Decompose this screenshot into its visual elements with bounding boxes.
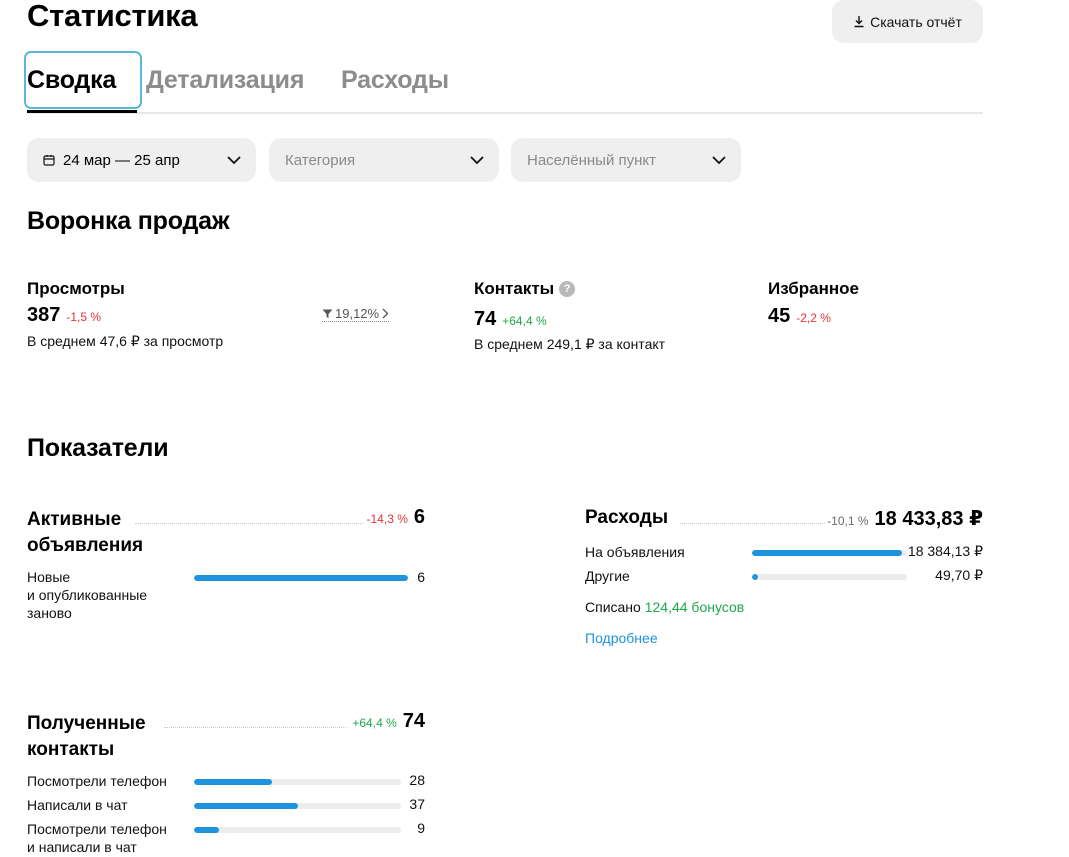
views-metric: 387 -1,5 % bbox=[27, 304, 101, 327]
contacts-row-label: Посмотрели телефон bbox=[27, 773, 167, 789]
download-icon bbox=[854, 16, 864, 28]
favorites-delta: -2,2 % bbox=[796, 311, 831, 325]
progress-fill bbox=[194, 803, 298, 809]
calendar-icon bbox=[43, 155, 55, 166]
received-contacts-delta: +64,4 % bbox=[352, 716, 397, 730]
views-average: В среднем 47,6 ₽ за просмотр bbox=[27, 333, 224, 349]
chevron-down-icon bbox=[227, 156, 241, 165]
active-ads-summary: -14,3 % 6 bbox=[300, 506, 425, 529]
contacts-row-label-line2: и написали в чат bbox=[27, 839, 137, 855]
city-select[interactable]: Населённый пункт bbox=[511, 138, 741, 182]
tab-expenses[interactable]: Расходы bbox=[341, 66, 449, 95]
tab-details[interactable]: Детализация bbox=[146, 66, 304, 95]
contacts-row-label-line1: Посмотрели телефон bbox=[27, 821, 167, 837]
download-report-label: Скачать отчёт bbox=[870, 13, 962, 30]
active-ads-title-line1: Активные bbox=[27, 509, 122, 530]
progress-track bbox=[194, 803, 401, 809]
expenses-delta: -10,1 % bbox=[827, 514, 869, 528]
views-delta: -1,5 % bbox=[66, 310, 102, 324]
active-ads-row-value: 6 bbox=[417, 569, 425, 585]
contacts-row-value: 28 bbox=[409, 772, 425, 788]
active-ads-delta: -14,3 % bbox=[366, 512, 408, 526]
city-placeholder: Населённый пункт bbox=[527, 151, 657, 169]
received-contacts-title: Полученные контакты bbox=[27, 711, 146, 763]
contacts-row-label: Посмотрели телефон и написали в чат bbox=[27, 820, 167, 856]
progress-fill bbox=[194, 827, 219, 833]
tab-bar: Сводка Детализация Расходы bbox=[27, 50, 983, 114]
active-ads-row-label-line1: Новые bbox=[27, 569, 71, 585]
expenses-title: Расходы bbox=[585, 507, 669, 528]
bonus-prefix: Списано bbox=[585, 599, 641, 615]
chevron-down-icon bbox=[470, 156, 484, 165]
progress-track bbox=[194, 779, 401, 785]
progress-track bbox=[194, 827, 401, 833]
expenses-value: 18 433,83 ₽ bbox=[874, 508, 983, 530]
active-ads-row-label: Новые и опубликованные заново bbox=[27, 568, 147, 622]
date-range-value: 24 мар — 25 апр bbox=[63, 151, 180, 169]
progress-fill bbox=[194, 779, 273, 785]
expenses-row-label: Другие bbox=[585, 568, 630, 584]
active-ads-value: 6 bbox=[413, 506, 425, 528]
views-value: 387 bbox=[27, 304, 61, 326]
favorites-title: Избранное bbox=[768, 279, 859, 298]
received-contacts-summary: +64,4 % 74 bbox=[300, 710, 425, 733]
progress-track bbox=[194, 575, 408, 581]
expenses-row-label: На объявления bbox=[585, 544, 685, 560]
expenses-row-value: 49,70 ₽ bbox=[935, 567, 983, 583]
progress-fill bbox=[194, 575, 408, 581]
views-conversion-value: 19,12% bbox=[335, 306, 380, 321]
contacts-average: В среднем 249,1 ₽ за контакт bbox=[474, 336, 666, 352]
contacts-value: 74 bbox=[474, 308, 497, 330]
contacts-metric: 74 +64,4 % bbox=[474, 308, 547, 331]
contacts-row-label: Написали в чат bbox=[27, 797, 128, 813]
chevron-right-icon bbox=[382, 308, 389, 319]
favorites-value: 45 bbox=[768, 305, 791, 327]
page-title: Статистика bbox=[27, 0, 198, 33]
contacts-metric-header: Контакты ? bbox=[474, 279, 576, 299]
contacts-title: Контакты bbox=[474, 279, 555, 298]
chevron-down-icon bbox=[712, 156, 726, 165]
category-placeholder: Категория bbox=[285, 151, 356, 169]
contacts-row-value: 37 bbox=[409, 796, 425, 812]
progress-fill bbox=[752, 574, 759, 580]
favorites-metric: 45 -2,2 % bbox=[768, 305, 831, 328]
active-ads-row-label-line3: заново bbox=[27, 605, 72, 621]
received-contacts-title-line2: контакты bbox=[27, 739, 115, 760]
download-report-button[interactable]: Скачать отчёт bbox=[832, 0, 983, 43]
active-ads-title: Активные объявления bbox=[27, 507, 143, 559]
active-ads-row-label-line2: и опубликованные bbox=[27, 587, 148, 603]
bonus-writeoff: Списано 124,44 бонусов bbox=[585, 598, 744, 616]
received-contacts-value: 74 bbox=[402, 710, 425, 732]
expenses-row-value: 18 384,13 ₽ bbox=[907, 543, 983, 559]
bonus-value: 124,44 бонусов bbox=[644, 599, 745, 615]
active-tab-indicator bbox=[27, 110, 137, 113]
funnel-heading: Воронка продаж bbox=[27, 207, 230, 235]
contacts-delta: +64,4 % bbox=[502, 314, 547, 328]
help-icon[interactable]: ? bbox=[559, 281, 576, 297]
tab-focus-ring bbox=[24, 51, 142, 109]
category-select[interactable]: Категория bbox=[269, 138, 499, 182]
funnel-icon bbox=[322, 309, 333, 318]
expenses-summary: -10,1 % 18 433,83 ₽ bbox=[780, 506, 983, 531]
received-contacts-title-line1: Полученные bbox=[27, 713, 146, 734]
active-ads-title-line2: объявления bbox=[27, 535, 144, 556]
indicators-heading: Показатели bbox=[27, 434, 169, 462]
more-details-link[interactable]: Подробнее bbox=[585, 630, 658, 646]
date-range-select[interactable]: 24 мар — 25 апр bbox=[27, 138, 256, 182]
contacts-row-value: 9 bbox=[417, 820, 425, 836]
views-title: Просмотры bbox=[27, 279, 125, 298]
views-conversion-link[interactable]: 19,12% bbox=[322, 306, 390, 322]
